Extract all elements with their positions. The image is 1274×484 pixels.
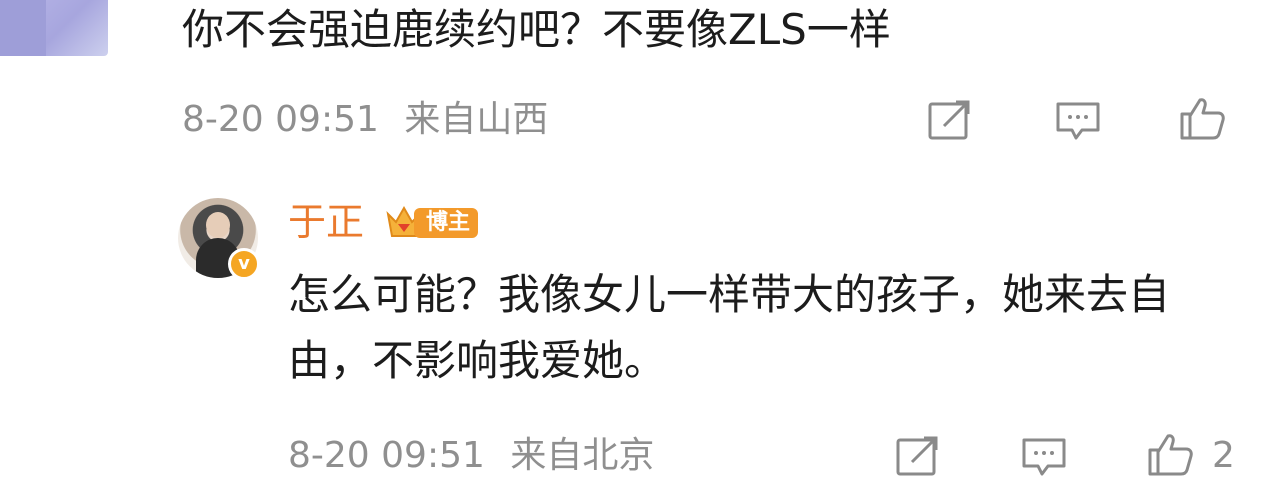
reply-text: 怎么可能？我像女儿一样带大的孩子，她来去自由，不影响我爱她。: [288, 270, 1171, 385]
share-icon[interactable]: [926, 98, 974, 142]
avatar-face: [206, 212, 230, 238]
reply-location: 来自北京: [510, 435, 655, 476]
comment-text: 你不会强迫鹿续约吧？不要像ZLS一样: [182, 5, 891, 54]
comment-time: 8-20 09:51: [182, 99, 379, 140]
commenter-avatar[interactable]: [0, 0, 108, 56]
share-icon[interactable]: [894, 434, 942, 478]
avatar-shape: [0, 0, 46, 56]
reply-author-name[interactable]: 于正: [288, 198, 364, 246]
verified-v-icon: v: [228, 248, 260, 280]
blogger-badge-label: 博主: [414, 208, 479, 238]
blogger-badge: 博主: [384, 200, 488, 244]
thumbs-up-icon[interactable]: [1146, 432, 1194, 476]
like-count: 2: [1212, 435, 1235, 476]
comment-icon[interactable]: [1020, 434, 1068, 478]
comment-icon[interactable]: [1054, 98, 1102, 142]
comment-location: 来自山西: [404, 99, 549, 140]
comment-meta: 8-20 09:51 来自山西: [182, 98, 548, 142]
reply-time: 8-20 09:51: [288, 435, 485, 476]
reply-meta: 8-20 09:51 来自北京: [288, 434, 654, 478]
thumbs-up-icon[interactable]: [1178, 96, 1226, 140]
